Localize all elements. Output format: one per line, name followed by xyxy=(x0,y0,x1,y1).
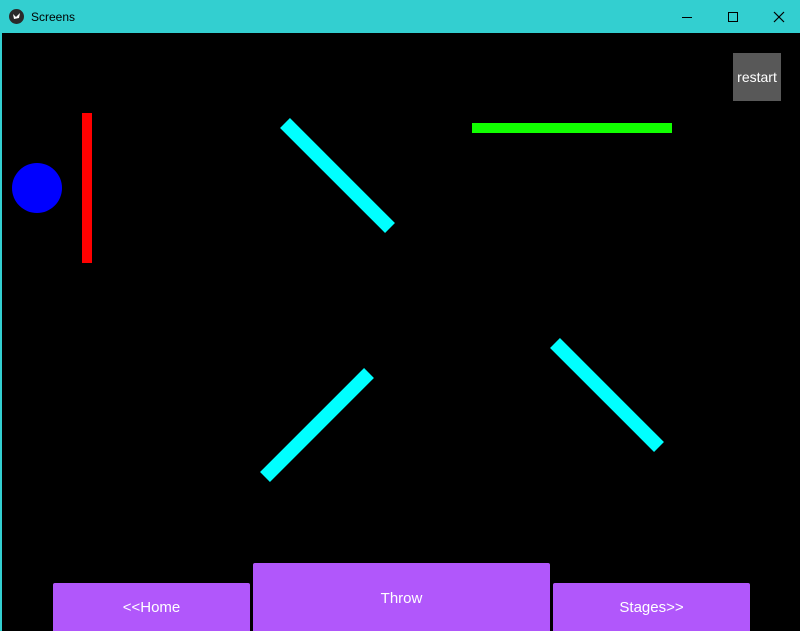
close-icon xyxy=(773,11,785,22)
game-scene xyxy=(12,113,672,482)
red-wall xyxy=(82,113,92,263)
title-bar[interactable]: Screens xyxy=(0,0,800,33)
throw-button[interactable]: Throw xyxy=(253,563,550,631)
stages-button[interactable]: Stages>> xyxy=(553,583,750,631)
game-canvas[interactable] xyxy=(0,33,800,631)
minimize-icon xyxy=(682,16,692,18)
deflector-bottom-left xyxy=(260,368,374,482)
kivy-app-icon xyxy=(9,9,24,24)
maximize-button[interactable] xyxy=(710,0,756,33)
window-title: Screens xyxy=(31,10,76,24)
minimize-button[interactable] xyxy=(664,0,710,33)
maximize-icon xyxy=(728,11,738,22)
green-target xyxy=(472,123,672,133)
app-window: Screens restart <<Home Throw Stages>> xyxy=(0,0,800,631)
deflector-right xyxy=(550,338,664,452)
ball[interactable] xyxy=(12,163,62,213)
restart-button[interactable]: restart xyxy=(733,53,781,101)
deflector-top xyxy=(280,118,395,233)
close-button[interactable] xyxy=(756,0,800,33)
home-button[interactable]: <<Home xyxy=(53,583,250,631)
